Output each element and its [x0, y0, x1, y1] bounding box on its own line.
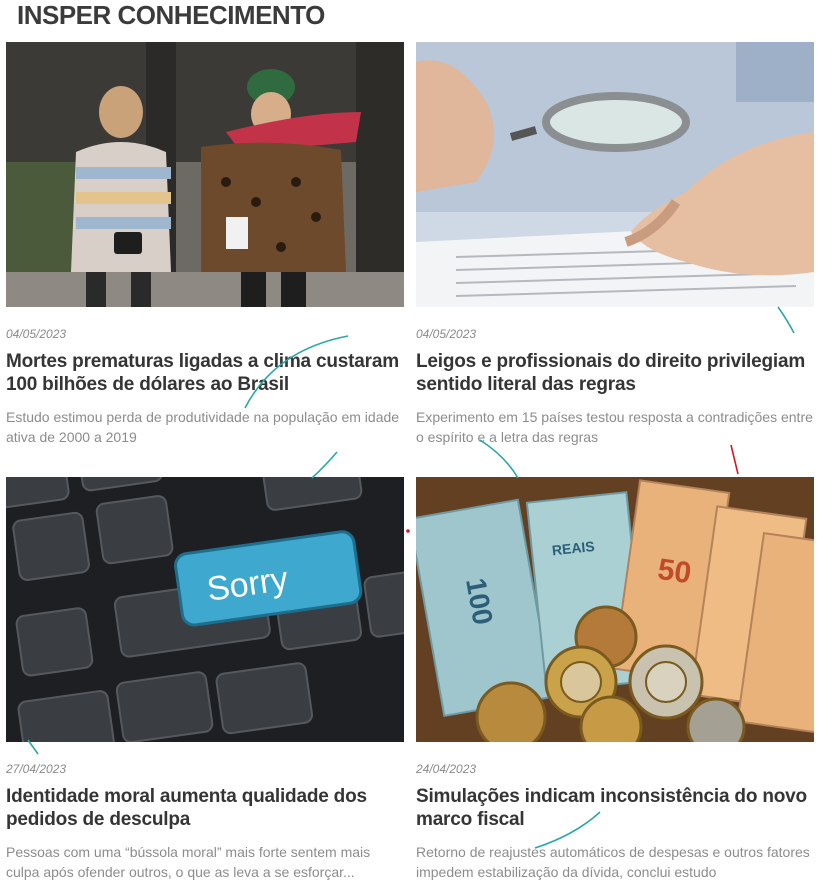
news-card[interactable]: 100 REAIS 50 24/04/2023 Simulações indic…: [416, 477, 814, 882]
article-title[interactable]: Identidade moral aumenta qualidade dos p…: [6, 785, 404, 831]
sorry-keyboard-photo[interactable]: Sorry: [6, 477, 404, 742]
news-card[interactable]: 04/05/2023 Leigos e profissionais do dir…: [416, 42, 814, 447]
people-walking-cold-photo[interactable]: [6, 42, 404, 307]
article-date: 04/05/2023: [416, 327, 477, 341]
article-date: 24/04/2023: [416, 762, 477, 776]
article-title[interactable]: Leigos e profissionais do direito privil…: [416, 350, 814, 396]
brazilian-money-photo[interactable]: 100 REAIS 50: [416, 477, 814, 742]
article-description: Retorno de reajustes automáticos de desp…: [416, 844, 810, 880]
note-value-50: 50: [656, 553, 694, 590]
article-date: 27/04/2023: [6, 762, 67, 776]
article-date: 04/05/2023: [6, 327, 67, 341]
section-title: INSPER CONHECIMENTO: [17, 0, 325, 30]
article-description: Estudo estimou perda de produtividade na…: [6, 409, 400, 445]
article-description: Pessoas com uma “bússola moral” mais for…: [6, 844, 371, 880]
magnifying-glass-document-photo[interactable]: [416, 42, 814, 307]
article-title[interactable]: Mortes prematuras ligadas a clima custar…: [6, 350, 404, 396]
article-title[interactable]: Simulações indicam inconsistência do nov…: [416, 785, 814, 831]
news-card[interactable]: 04/05/2023 Mortes prematuras ligadas a c…: [6, 42, 404, 447]
article-description: Experimento em 15 países testou resposta…: [416, 409, 813, 445]
news-card[interactable]: Sorry 27/04/2023 Identidade moral aument…: [6, 477, 404, 882]
